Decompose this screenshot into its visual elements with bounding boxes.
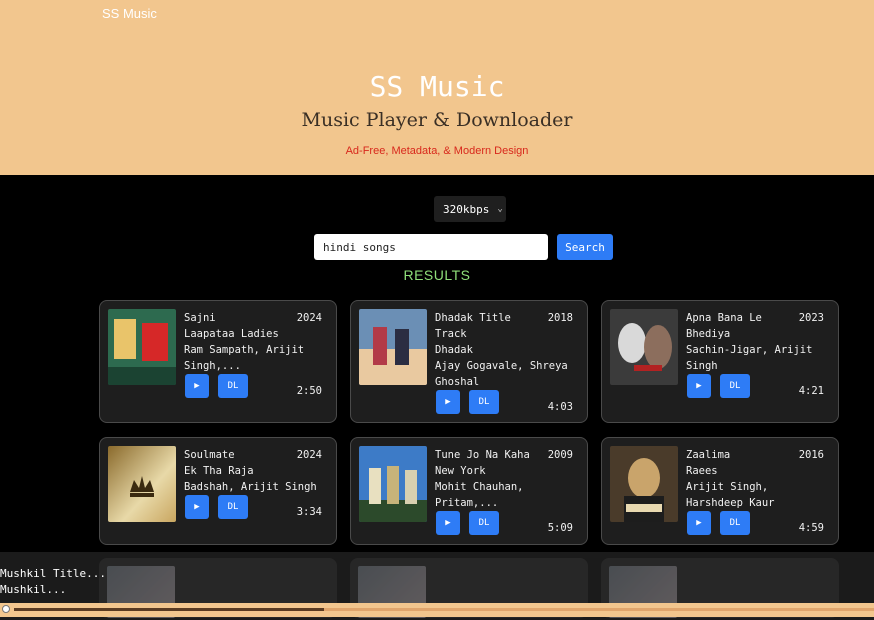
song-album: Dhadak <box>435 344 473 356</box>
brand-logo[interactable]: SS Music <box>102 6 157 21</box>
song-year: 2024 <box>296 449 322 461</box>
page-title: SS Music <box>369 70 505 103</box>
album-cover <box>359 446 427 522</box>
song-duration: 4:03 <box>547 401 573 413</box>
song-duration: 4:59 <box>798 522 824 534</box>
download-button[interactable]: DL <box>218 374 248 398</box>
song-artists: Mohit Chauhan, <box>435 481 524 493</box>
song-year: 2016 <box>798 449 824 461</box>
song-album: New York <box>435 465 486 477</box>
album-cover <box>610 309 678 385</box>
song-card[interactable]: Apna Bana Le Bhediya Sachin-Jigar, Ariji… <box>601 300 839 423</box>
playback-progress[interactable] <box>0 603 874 617</box>
search-input-value: hindi songs <box>323 240 396 254</box>
play-button[interactable]: ▶ <box>687 374 711 398</box>
song-duration: 5:09 <box>547 522 573 534</box>
song-card[interactable]: Soulmate Ek Tha Raja Badshah, Arijit Sin… <box>99 437 337 545</box>
song-duration: 2:50 <box>296 385 322 397</box>
play-button[interactable]: ▶ <box>436 390 460 414</box>
song-card[interactable]: Sajni Laapataa Ladies Ram Sampath, Ariji… <box>99 300 337 423</box>
song-album: Ek Tha Raja <box>184 465 254 477</box>
quality-select[interactable]: 320kbps ⌄ <box>434 196 506 222</box>
album-art <box>108 309 176 385</box>
song-year: 2023 <box>798 312 824 324</box>
page-subtitle: Music Player & Downloader <box>301 109 573 131</box>
progress-fill <box>14 608 324 611</box>
song-album: Raees <box>686 465 718 477</box>
header: SS Music SS Music Music Player & Downloa… <box>0 0 874 175</box>
now-playing-artist: Mushkil... <box>0 583 67 596</box>
song-artists-more: Harshdeep Kaur <box>686 497 775 509</box>
play-button[interactable]: ▶ <box>185 374 209 398</box>
progress-handle[interactable] <box>2 605 10 613</box>
song-artists: Sachin-Jigar, Arijit <box>686 344 813 356</box>
chevron-down-icon: ⌄ <box>497 204 503 214</box>
song-card[interactable]: Tune Jo Na Kaha New York Mohit Chauhan, … <box>350 437 588 545</box>
quality-value: 320kbps <box>443 202 490 216</box>
song-year: 2009 <box>547 449 573 461</box>
song-artists: Arijit Singh, <box>686 481 769 493</box>
album-art <box>108 446 176 522</box>
album-cover <box>108 446 176 522</box>
album-art <box>359 309 427 385</box>
album-cover <box>359 309 427 385</box>
song-title-cont: Track <box>435 328 467 340</box>
tagline: Ad-Free, Metadata, & Modern Design <box>345 145 529 157</box>
download-button[interactable]: DL <box>469 390 499 414</box>
song-album: Bhediya <box>686 328 731 340</box>
song-card[interactable]: Zaalima Raees Arijit Singh, Harshdeep Ka… <box>601 437 839 545</box>
play-button[interactable]: ▶ <box>436 511 460 535</box>
album-art <box>610 446 678 522</box>
search-input[interactable]: hindi songs <box>314 234 548 260</box>
play-button[interactable]: ▶ <box>687 511 711 535</box>
song-duration: 3:34 <box>296 506 322 518</box>
song-year: 2024 <box>296 312 322 324</box>
song-album: Laapataa Ladies <box>184 328 279 340</box>
now-playing-title: Mushkil Title... <box>0 567 106 580</box>
album-art <box>610 309 678 385</box>
song-artists: Ajay Gogavale, Shreya <box>435 360 568 372</box>
download-button[interactable]: DL <box>469 511 499 535</box>
song-year: 2018 <box>547 312 573 324</box>
song-artists-more: Singh <box>686 360 718 372</box>
song-artists: Badshah, Arijit Singh <box>184 481 317 493</box>
search-button[interactable]: Search <box>557 234 613 260</box>
song-artists-more: Pritam,... <box>435 497 499 509</box>
album-cover <box>610 446 678 522</box>
song-duration: 4:21 <box>798 385 824 397</box>
song-card[interactable]: Dhadak Title Track Dhadak Ajay Gogavale,… <box>350 300 588 423</box>
play-button[interactable]: ▶ <box>185 495 209 519</box>
download-button[interactable]: DL <box>720 374 750 398</box>
download-button[interactable]: DL <box>720 511 750 535</box>
song-artists-more: Ghoshal <box>435 376 480 388</box>
results-heading: RESULTS <box>403 267 471 283</box>
song-artists: Ram Sampath, Arijit <box>184 344 305 356</box>
album-art <box>359 446 427 522</box>
download-button[interactable]: DL <box>218 495 248 519</box>
album-cover <box>108 309 176 385</box>
song-artists-more: Singh,... <box>184 360 241 372</box>
